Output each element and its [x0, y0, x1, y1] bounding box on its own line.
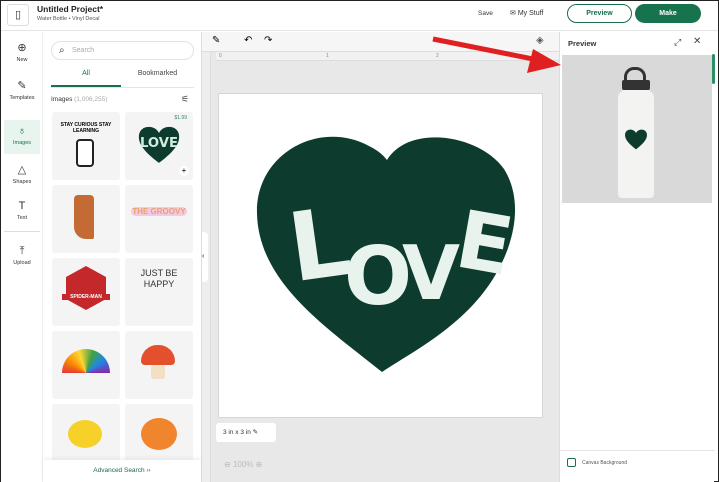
preview-title: Preview	[568, 39, 597, 48]
close-icon[interactable]: ✕	[693, 36, 701, 47]
preview-panel: Preview ⤢ ✕ Canvas Background	[559, 32, 715, 482]
tile-text: SPIDER-MAN	[62, 294, 110, 300]
header: ▯ Untitled Project* Water Bottle • Vinyl…	[1, 1, 718, 31]
add-icon[interactable]: +	[179, 166, 189, 176]
expand-icon[interactable]: ⤢	[674, 37, 681, 48]
red-arrow-annotation	[432, 36, 561, 73]
tile-text: THE GROOVY	[131, 207, 187, 216]
boot-image	[74, 195, 94, 239]
tile-text: JUST BE HAPPY	[140, 268, 178, 289]
tab-divider	[51, 87, 194, 88]
divider	[560, 450, 715, 451]
rail-images[interactable]: ♁ Images	[4, 120, 40, 154]
upload-icon: ⤒	[19, 245, 25, 257]
canvas-background-checkbox[interactable]: Canvas Background	[567, 458, 627, 467]
price-badge: $1.99	[174, 115, 187, 121]
collapse-panel-handle[interactable]: ‹	[202, 232, 208, 282]
ruler-mark: 0	[219, 53, 222, 59]
search-input[interactable]: ⌕ Search	[51, 41, 194, 60]
rainbow-image	[62, 349, 110, 373]
pencil-icon[interactable]: ✎	[212, 35, 220, 46]
tiger-image	[141, 418, 177, 450]
size-label: 3 in x 3 in	[223, 429, 251, 436]
bottle-preview-image	[562, 55, 712, 203]
rail-text[interactable]: T Text	[4, 200, 40, 221]
rail-shapes[interactable]: △ Shapes	[4, 164, 40, 185]
images-icon: ♁	[17, 125, 27, 137]
tab-active-indicator	[51, 85, 121, 87]
make-button[interactable]: Make	[635, 4, 701, 23]
preview-button[interactable]: Preview	[567, 4, 632, 23]
advanced-search-link[interactable]: Advanced Search ››	[43, 460, 201, 482]
edit-icon[interactable]: ✎	[253, 429, 258, 436]
bottle-body	[618, 90, 654, 198]
image-tile[interactable]: STAY CURIOUS STAY LEARNING	[52, 112, 120, 180]
zoom-in-icon[interactable]: ⊕	[256, 460, 263, 469]
rail-label: Images	[12, 140, 32, 146]
my-stuff-button[interactable]: ✉ My Stuff	[510, 9, 543, 17]
rail-label: Upload	[13, 260, 31, 266]
rail-label: Shapes	[12, 179, 32, 185]
size-chip[interactable]: 3 in x 3 in ✎	[216, 423, 276, 442]
design-canvas[interactable]: L O V E	[218, 93, 543, 418]
image-tile[interactable]: $1.99 LOVE +	[125, 112, 193, 180]
project-title[interactable]: Untitled Project*	[37, 4, 103, 14]
love-heart-design[interactable]: L O V E	[219, 94, 544, 419]
rail-label: New	[16, 57, 28, 63]
bottle-decal	[625, 129, 647, 150]
save-button[interactable]: Save	[478, 10, 493, 17]
text-icon: T	[18, 200, 26, 212]
redo-icon[interactable]: ↷	[264, 35, 272, 46]
image-tile[interactable]: SPIDER-MAN	[52, 258, 120, 326]
bottle-cap	[622, 80, 650, 90]
rail-upload[interactable]: ⤒ Upload	[4, 245, 40, 266]
tile-text: STAY CURIOUS STAY LEARNING	[60, 122, 112, 134]
zoom-out-icon[interactable]: ⊖	[224, 460, 231, 469]
rail-templates[interactable]: ✎ Templates	[4, 80, 40, 101]
rail-new[interactable]: ⊕ New	[4, 42, 40, 63]
images-heading: Images (1,006,255)	[51, 96, 107, 103]
zoom-control[interactable]: ⊖ 100% ⊕	[224, 460, 262, 469]
preview-scrollbar[interactable]	[712, 54, 715, 84]
mail-icon: ✉	[510, 10, 518, 17]
spiderman-badge	[66, 266, 106, 310]
templates-icon: ✎	[17, 80, 27, 92]
image-tile[interactable]	[52, 185, 120, 253]
images-panel: ⌕ Search All Bookmarked Images (1,006,255…	[43, 32, 202, 482]
mushroom-image	[141, 345, 175, 365]
rail-label: Text	[16, 215, 28, 221]
image-tile[interactable]	[125, 331, 193, 399]
ruler-mark: 1	[326, 53, 329, 59]
character-icon	[76, 139, 94, 167]
checkbox[interactable]	[567, 458, 576, 467]
rail-label: Templates	[9, 95, 35, 101]
canvas-workspace: ✎ ↶ ↷ ◈ 0 1 2 L O V E 3 in x 3 in ✎ ⊖ 10…	[202, 32, 559, 482]
svg-text:LOVE: LOVE	[140, 136, 178, 151]
bottle-icon[interactable]: ▯	[7, 4, 29, 26]
divider	[4, 231, 40, 232]
search-placeholder: Search	[72, 47, 95, 54]
images-label: Images	[51, 96, 73, 103]
project-subtitle: Water Bottle • Vinyl Decal	[37, 16, 100, 22]
shapes-icon: △	[17, 164, 27, 176]
tab-all[interactable]: All	[51, 70, 121, 77]
image-tile[interactable]: THE GROOVY	[125, 185, 193, 253]
checkbox-label: Canvas Background	[582, 459, 628, 466]
undo-icon[interactable]: ↶	[244, 35, 252, 46]
search-icon: ⌕	[59, 45, 65, 56]
image-tile[interactable]	[52, 331, 120, 399]
love-heart-thumb: LOVE	[138, 126, 180, 163]
images-count: (1,006,255)	[74, 96, 108, 103]
mushroom-stem	[151, 365, 165, 379]
zoom-level: 100%	[232, 460, 254, 469]
image-tile[interactable]: JUST BE HAPPY	[125, 258, 193, 326]
filter-icon[interactable]: ⚟	[181, 94, 189, 105]
plus-circle-icon: ⊕	[17, 42, 27, 54]
left-rail: ⊕ New ✎ Templates ♁ Images △ Shapes T Text ⤒ U…	[1, 32, 43, 482]
tab-bookmarked[interactable]: Bookmarked	[121, 70, 194, 77]
my-stuff-label: My Stuff	[517, 10, 544, 17]
lemon-image	[68, 420, 102, 448]
